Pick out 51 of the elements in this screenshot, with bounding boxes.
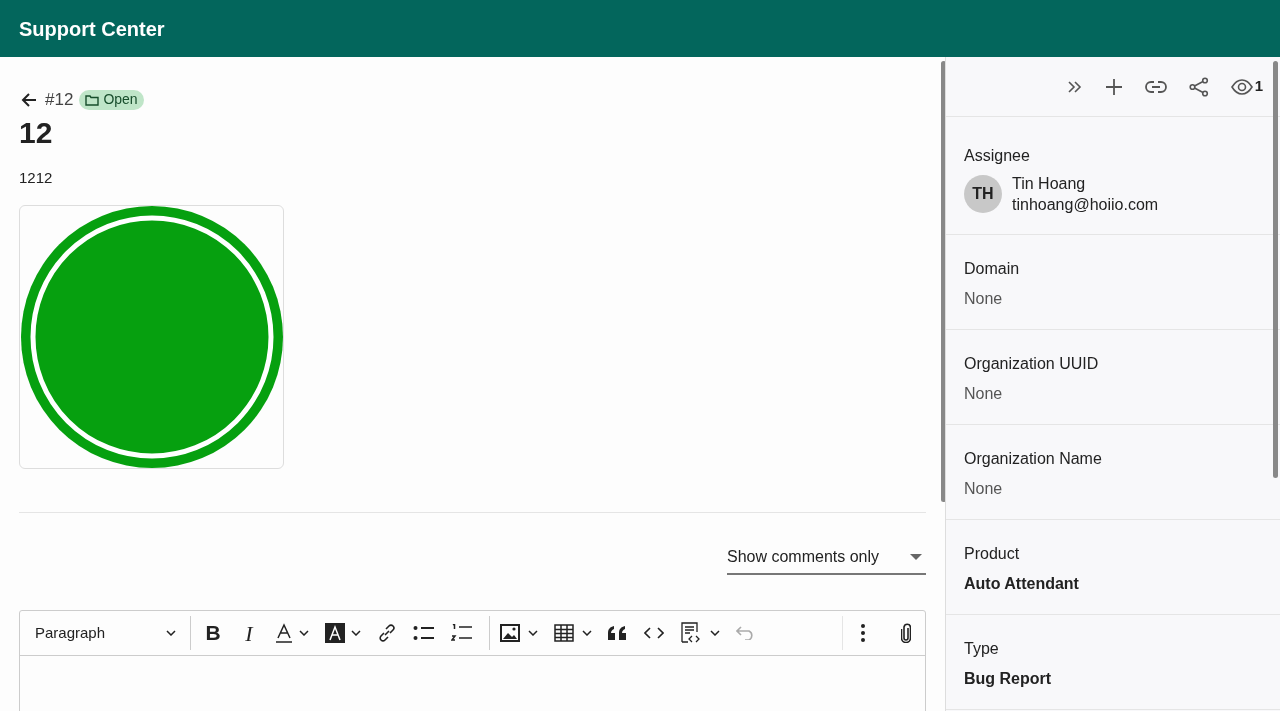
chevron-down-icon[interactable] [351, 630, 361, 636]
numbered-list-icon[interactable] [451, 624, 473, 642]
italic-button[interactable]: I [239, 616, 259, 650]
field-value: None [964, 479, 1004, 499]
chevron-down-icon [166, 630, 176, 636]
font-color-icon[interactable] [275, 623, 293, 643]
bulleted-list-icon[interactable] [413, 625, 435, 641]
highlight-color-icon[interactable] [325, 623, 345, 643]
field-value: Bug Report [964, 669, 1053, 689]
field-value: None [964, 384, 1004, 404]
watchers-button[interactable]: 1 [1230, 75, 1263, 98]
paragraph-format-dropdown[interactable]: Paragraph [20, 621, 190, 645]
eye-icon [1230, 78, 1253, 95]
field-label: Domain [964, 259, 1021, 279]
chevron-down-icon[interactable] [528, 630, 538, 636]
plus-icon[interactable] [1104, 77, 1123, 96]
app-title: Support Center [19, 16, 165, 42]
source-code-icon[interactable] [680, 622, 702, 644]
more-options-icon[interactable] [861, 624, 865, 642]
scrollbar-thumb[interactable] [1273, 61, 1278, 478]
avatar: TH [964, 175, 1002, 213]
image-icon[interactable] [500, 624, 520, 642]
double-chevron-icon[interactable] [1066, 79, 1083, 94]
comments-filter-dropdown[interactable]: Show comments only [727, 541, 926, 575]
assignee-email: tinhoang@hoiio.com [1012, 195, 1159, 215]
field-value: None [964, 289, 1004, 309]
field-label: Product [964, 544, 1021, 564]
field-label: Assignee [964, 146, 1031, 166]
chevron-down-icon[interactable] [299, 630, 309, 636]
ticket-description: 1212 [19, 167, 54, 188]
code-icon[interactable] [644, 627, 664, 639]
field-value: Auto Attendant [964, 574, 1080, 594]
link-icon[interactable] [1144, 80, 1167, 93]
field-label: Organization UUID [964, 354, 1100, 374]
dropdown-caret-icon [910, 554, 922, 560]
table-icon[interactable] [554, 624, 574, 642]
folder-icon [85, 93, 100, 106]
quote-icon[interactable] [608, 626, 628, 640]
chevron-down-icon[interactable] [710, 630, 720, 636]
field-label: Type [964, 639, 1000, 659]
status-badge: Open [79, 89, 144, 110]
paperclip-icon[interactable] [901, 623, 911, 643]
link-icon[interactable] [377, 623, 397, 643]
chevron-down-icon[interactable] [582, 630, 592, 636]
ticket-number: #12 [45, 89, 74, 111]
scrollbar-thumb[interactable] [941, 61, 945, 502]
field-label: Organization Name [964, 449, 1103, 469]
ticket-title: 12 [19, 114, 54, 151]
assignee-name: Tin Hoang [1012, 174, 1087, 194]
bold-button[interactable]: B [203, 617, 223, 649]
share-icon[interactable] [1188, 76, 1209, 97]
